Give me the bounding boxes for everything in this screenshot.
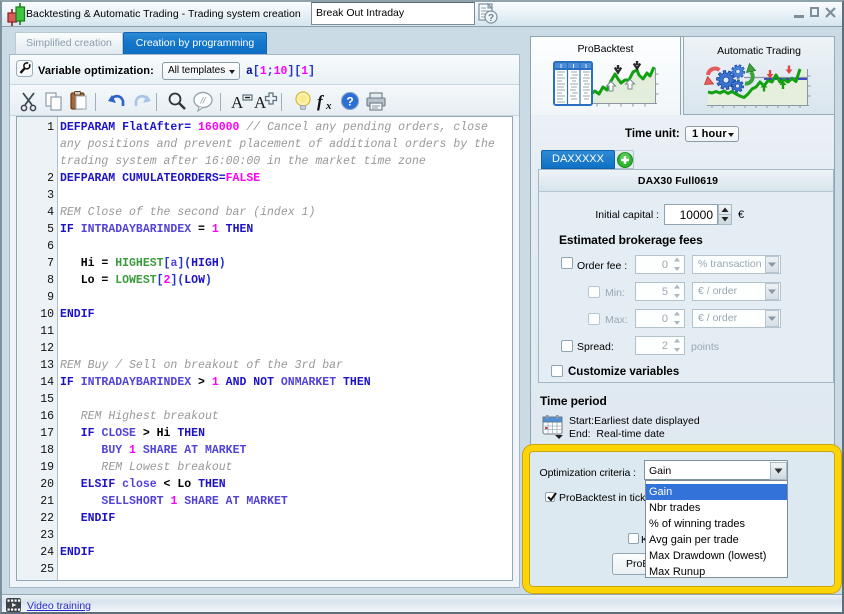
svg-text:A: A <box>231 93 244 112</box>
svg-text:f: f <box>317 92 325 111</box>
svg-text:x: x <box>325 100 332 112</box>
svg-text:?: ? <box>488 13 494 24</box>
svg-text:A: A <box>254 93 267 112</box>
svg-text:?: ? <box>346 95 353 109</box>
